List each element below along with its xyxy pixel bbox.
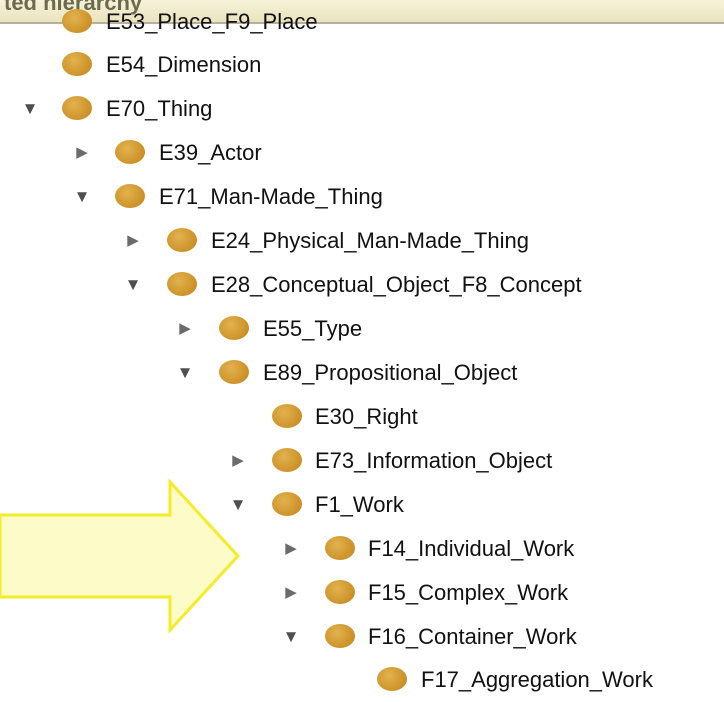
triangle-right-icon[interactable]: ▶	[175, 307, 195, 351]
class-dot-icon	[377, 667, 407, 691]
tree-node-label[interactable]: E54_Dimension	[106, 43, 261, 87]
triangle-down-icon[interactable]: ▼	[72, 175, 92, 219]
class-dot-icon	[272, 492, 302, 516]
tree-node[interactable]: ▶ E39_Actor	[0, 131, 724, 175]
class-dot-icon	[167, 272, 197, 296]
tree-spacer[interactable]	[0, 0, 20, 44]
triangle-right-icon[interactable]: ▶	[281, 571, 301, 615]
tree-node[interactable]: ▼ E71_Man-Made_Thing	[0, 175, 724, 219]
class-dot-icon	[167, 228, 197, 252]
tree-spacer[interactable]	[228, 395, 248, 439]
tree-node-label[interactable]: E39_Actor	[159, 131, 262, 175]
class-dot-icon	[62, 9, 92, 33]
class-dot-icon	[219, 316, 249, 340]
class-dot-icon	[325, 624, 355, 648]
tree-node[interactable]: ▶ E24_Physical_Man-Made_Thing	[0, 219, 724, 263]
tree-node-label[interactable]: F14_Individual_Work	[368, 527, 574, 571]
tree-node-label[interactable]: E71_Man-Made_Thing	[159, 175, 383, 219]
tree-node-label[interactable]: F16_Container_Work	[368, 615, 577, 659]
tree-node[interactable]: E54_Dimension	[0, 43, 724, 87]
class-dot-icon	[115, 140, 145, 164]
tree-node[interactable]: ▶ E73_Information_Object	[0, 439, 724, 483]
class-dot-icon	[219, 360, 249, 384]
class-dot-icon	[272, 448, 302, 472]
triangle-right-icon[interactable]: ▶	[72, 131, 92, 175]
triangle-down-icon[interactable]: ▼	[175, 351, 195, 395]
class-dot-icon	[115, 184, 145, 208]
class-dot-icon	[62, 52, 92, 76]
tree-spacer[interactable]	[333, 658, 353, 702]
tree-node[interactable]: F17_Aggregation_Work	[0, 658, 724, 702]
tree-node-label[interactable]: E73_Information_Object	[315, 439, 552, 483]
tree-node-label[interactable]: E53_Place_F9_Place	[106, 0, 318, 44]
tree-node-label[interactable]: E24_Physical_Man-Made_Thing	[211, 219, 529, 263]
triangle-down-icon[interactable]: ▼	[281, 615, 301, 659]
tree-node-label[interactable]: E70_Thing	[106, 87, 212, 131]
triangle-right-icon[interactable]: ▶	[228, 439, 248, 483]
class-dot-icon	[62, 96, 92, 120]
tree-node-label[interactable]: F1_Work	[315, 483, 404, 527]
tree-spacer[interactable]	[0, 43, 20, 87]
tree-node[interactable]: E53_Place_F9_Place	[0, 0, 724, 44]
tree-node[interactable]: ▼ E89_Propositional_Object	[0, 351, 724, 395]
tree-node-label[interactable]: F17_Aggregation_Work	[421, 658, 653, 702]
highlight-arrow-icon	[0, 478, 241, 634]
triangle-right-icon[interactable]: ▶	[123, 219, 143, 263]
triangle-right-icon[interactable]: ▶	[281, 527, 301, 571]
tree-node[interactable]: E30_Right	[0, 395, 724, 439]
tree-node-label[interactable]: E28_Conceptual_Object_F8_Concept	[211, 263, 582, 307]
tree-node-label[interactable]: F15_Complex_Work	[368, 571, 568, 615]
triangle-down-icon[interactable]: ▼	[123, 263, 143, 307]
tree-node-label[interactable]: E55_Type	[263, 307, 362, 351]
tree-node[interactable]: ▶ E55_Type	[0, 307, 724, 351]
tree-node[interactable]: ▼ E70_Thing	[0, 87, 724, 131]
class-dot-icon	[325, 580, 355, 604]
arrow-shape	[0, 478, 241, 634]
class-dot-icon	[272, 404, 302, 428]
triangle-down-icon[interactable]: ▼	[20, 87, 40, 131]
tree-node-label[interactable]: E89_Propositional_Object	[263, 351, 517, 395]
tree-node[interactable]: ▼ E28_Conceptual_Object_F8_Concept	[0, 263, 724, 307]
class-dot-icon	[325, 536, 355, 560]
tree-node-label[interactable]: E30_Right	[315, 395, 418, 439]
